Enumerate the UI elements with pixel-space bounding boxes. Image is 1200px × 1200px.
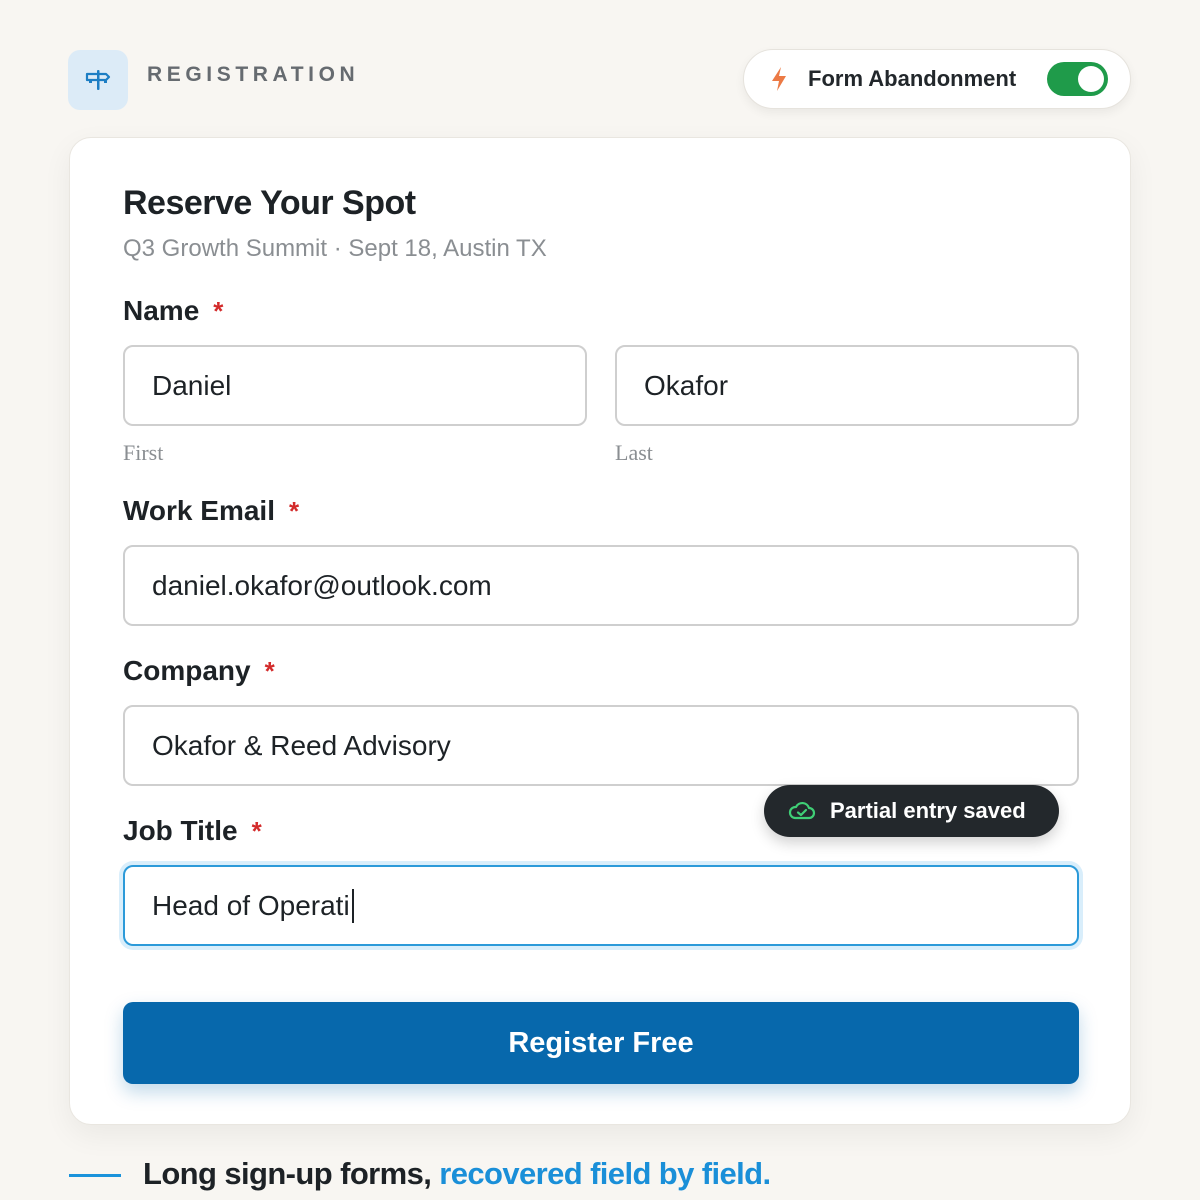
name-label-text: Name xyxy=(123,295,200,326)
job-title-value: Head of Operati xyxy=(152,889,350,921)
form-title: Reserve Your Spot xyxy=(123,184,416,222)
partial-save-toast: Partial entry saved xyxy=(764,785,1059,837)
tagline: Long sign-up forms, recovered field by f… xyxy=(143,1156,771,1192)
email-field[interactable]: daniel.okafor@outlook.com xyxy=(123,545,1079,626)
company-label: Company * xyxy=(123,655,275,687)
text-caret xyxy=(351,888,354,923)
company-value: Okafor & Reed Advisory xyxy=(152,729,451,761)
job-title-label: Job Title * xyxy=(123,815,262,847)
toggle-switch[interactable] xyxy=(1047,62,1108,96)
company-field[interactable]: Okafor & Reed Advisory xyxy=(123,705,1079,786)
bolt-icon xyxy=(768,66,790,92)
first-name-value: Daniel xyxy=(152,369,232,401)
form-abandonment-toggle[interactable]: Form Abandonment xyxy=(743,49,1131,109)
required-mark: * xyxy=(213,296,224,326)
tagline-rule xyxy=(69,1174,121,1177)
required-mark: * xyxy=(251,816,262,846)
section-label: REGISTRATION xyxy=(147,63,360,86)
required-mark: * xyxy=(264,656,275,686)
email-label-text: Work Email xyxy=(123,495,275,526)
toast-text: Partial entry saved xyxy=(830,798,1026,823)
company-label-text: Company xyxy=(123,655,251,686)
cloud-check-icon xyxy=(788,800,816,822)
form-subtitle: Q3 Growth Summit · Sept 18, Austin TX xyxy=(123,235,547,262)
tagline-main: Long sign-up forms, xyxy=(143,1156,432,1191)
job-title-field[interactable]: Head of Operati xyxy=(123,865,1079,946)
register-button[interactable]: Register Free xyxy=(123,1002,1079,1084)
last-name-value: Okafor xyxy=(644,369,729,401)
tagline-highlight: recovered field by field. xyxy=(439,1156,771,1191)
last-name-sublabel: Last xyxy=(615,440,653,465)
first-name-field[interactable]: Daniel xyxy=(123,345,587,426)
first-name-sublabel: First xyxy=(123,440,164,465)
toggle-label: Form Abandonment xyxy=(808,66,1017,91)
name-label: Name * xyxy=(123,295,223,327)
registration-card: Reserve Your Spot Q3 Growth Summit · Sep… xyxy=(69,137,1131,1125)
toggle-knob xyxy=(1078,66,1104,92)
signpost-icon xyxy=(68,50,128,110)
job-title-label-text: Job Title xyxy=(123,815,238,846)
email-value: daniel.okafor@outlook.com xyxy=(152,569,492,601)
required-mark: * xyxy=(288,496,300,526)
email-label: Work Email * xyxy=(123,495,299,527)
last-name-field[interactable]: Okafor xyxy=(615,345,1079,426)
